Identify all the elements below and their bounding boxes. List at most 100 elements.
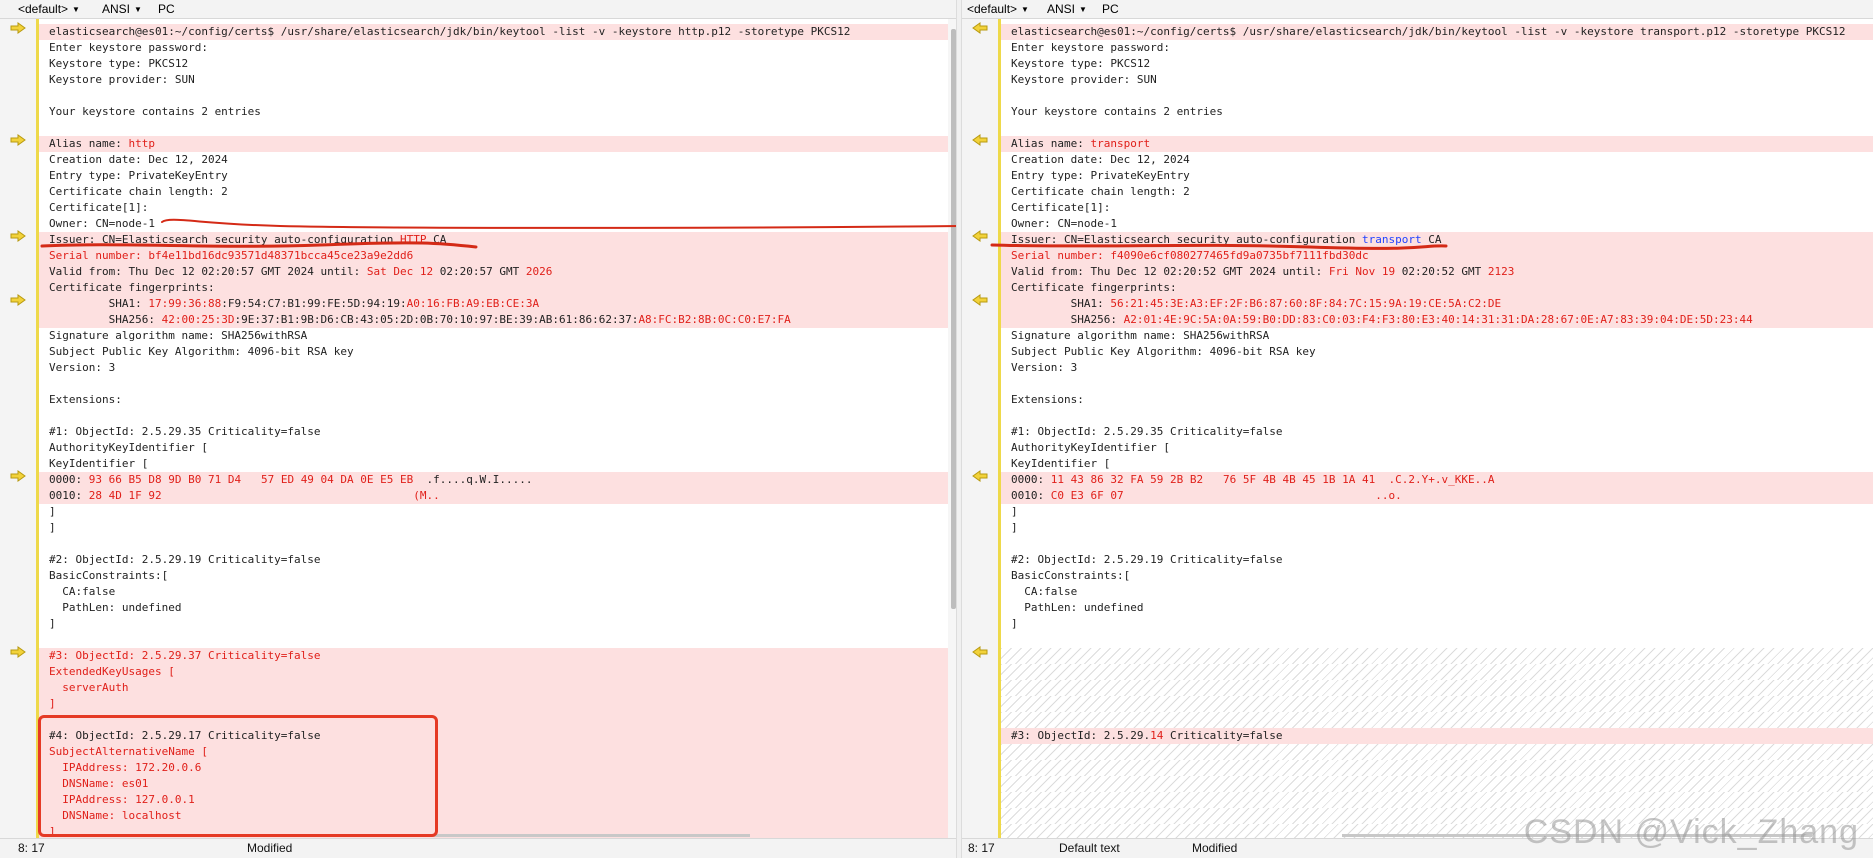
code-line[interactable]: ] [39,696,960,712]
code-line[interactable]: elasticsearch@es01:~/config/certs$ /usr/… [39,24,960,40]
right-line-endings-label[interactable]: PC [1102,2,1119,16]
code-line[interactable] [39,408,960,424]
code-line[interactable]: serverAuth [39,680,960,696]
code-line[interactable]: Alias name: transport [1001,136,1873,152]
diff-arrow-left-icon[interactable] [972,294,988,306]
code-line[interactable]: ExtendedKeyUsages [ [39,664,960,680]
diff-arrow-left-icon[interactable] [972,230,988,242]
code-line[interactable] [1001,408,1873,424]
diff-arrow-right-icon[interactable] [10,470,26,482]
code-line[interactable]: SHA1: 56:21:45:3E:A3:EF:2F:B6:87:60:8F:8… [1001,296,1873,312]
code-line[interactable]: Certificate[1]: [1001,200,1873,216]
code-line[interactable]: Keystore provider: SUN [39,72,960,88]
code-line[interactable]: Valid from: Thu Dec 12 02:20:52 GMT 2024… [1001,264,1873,280]
code-line[interactable]: ] [1001,520,1873,536]
code-line[interactable]: BasicConstraints:[ [39,568,960,584]
diff-arrow-right-icon[interactable] [10,134,26,146]
code-line[interactable]: Creation date: Dec 12, 2024 [39,152,960,168]
code-line[interactable]: Certificate fingerprints: [1001,280,1873,296]
code-line[interactable]: ] [39,616,960,632]
diff-arrow-right-icon[interactable] [10,294,26,306]
code-line[interactable]: SHA256: 42:00:25:3D:9E:37:B1:9B:D6:CB:43… [39,312,960,328]
diff-arrow-left-icon[interactable] [972,134,988,146]
code-line[interactable] [39,632,960,648]
diff-arrow-right-icon[interactable] [10,230,26,242]
code-line[interactable]: #1: ObjectId: 2.5.29.35 Criticality=fals… [39,424,960,440]
code-line[interactable] [1001,680,1873,696]
code-line[interactable]: #2: ObjectId: 2.5.29.19 Criticality=fals… [1001,552,1873,568]
code-line[interactable] [39,376,960,392]
code-line[interactable]: Entry type: PrivateKeyEntry [39,168,960,184]
code-line[interactable]: Version: 3 [39,360,960,376]
code-line[interactable]: Version: 3 [1001,360,1873,376]
code-line[interactable]: Owner: CN=node-1 [1001,216,1873,232]
code-line[interactable]: 0010: 28 4D 1F 92 (M.. [39,488,960,504]
diff-arrow-left-icon[interactable] [972,646,988,658]
code-line[interactable] [39,536,960,552]
code-line[interactable] [39,88,960,104]
code-line[interactable]: CA:false [39,584,960,600]
code-line[interactable]: CA:false [1001,584,1873,600]
right-text-area[interactable]: elasticsearch@es01:~/config/certs$ /usr/… [1001,24,1873,840]
code-line[interactable]: Certificate chain length: 2 [1001,184,1873,200]
code-line[interactable] [1001,120,1873,136]
diff-arrow-right-icon[interactable] [10,646,26,658]
code-line[interactable]: Signature algorithm name: SHA256withRSA [1001,328,1873,344]
diff-arrow-right-icon[interactable] [10,22,26,34]
left-line-endings-label[interactable]: PC [158,2,175,16]
code-line[interactable] [1001,632,1873,648]
code-line[interactable] [1001,376,1873,392]
code-line[interactable]: SHA256: A2:01:4E:9C:5A:0A:59:B0:DD:83:C0… [1001,312,1873,328]
code-line[interactable]: ] [39,520,960,536]
code-line[interactable]: KeyIdentifier [ [39,456,960,472]
code-line[interactable]: BasicConstraints:[ [1001,568,1873,584]
code-line[interactable]: AuthorityKeyIdentifier [ [1001,440,1873,456]
code-line[interactable]: KeyIdentifier [ [1001,456,1873,472]
code-line[interactable] [1001,648,1873,664]
code-line[interactable]: 0000: 11 43 86 32 FA 59 2B B2 76 5F 4B 4… [1001,472,1873,488]
code-line[interactable]: SHA1: 17:99:36:88:F9:54:C7:B1:99:FE:5D:9… [39,296,960,312]
code-line[interactable] [1001,88,1873,104]
code-line[interactable]: ] [1001,616,1873,632]
code-line[interactable]: Keystore type: PKCS12 [39,56,960,72]
code-line[interactable]: Keystore provider: SUN [1001,72,1873,88]
right-encoding-profile-dropdown[interactable]: <default> ▼ [967,2,1029,16]
code-line[interactable]: Extensions: [1001,392,1873,408]
code-line[interactable]: #3: ObjectId: 2.5.29.14 Criticality=fals… [1001,728,1873,744]
code-line[interactable]: AuthorityKeyIdentifier [ [39,440,960,456]
code-line[interactable]: Alias name: http [39,136,960,152]
left-charset-dropdown[interactable]: ANSI ▼ [102,2,142,16]
code-line[interactable] [1001,760,1873,776]
code-line[interactable]: Keystore type: PKCS12 [1001,56,1873,72]
code-line[interactable]: Valid from: Thu Dec 12 02:20:57 GMT 2024… [39,264,960,280]
code-line[interactable]: Your keystore contains 2 entries [1001,104,1873,120]
code-line[interactable]: Entry type: PrivateKeyEntry [1001,168,1873,184]
code-line[interactable]: ] [1001,504,1873,520]
code-line[interactable]: Certificate chain length: 2 [39,184,960,200]
code-line[interactable] [1001,792,1873,808]
diff-arrow-left-icon[interactable] [972,22,988,34]
code-line[interactable]: 0000: 93 66 B5 D8 9D B0 71 D4 57 ED 49 0… [39,472,960,488]
left-file-pane[interactable]: <default> ▼ ANSI ▼ PC elasticsearch@es01:~… [0,0,960,858]
code-line[interactable]: ] [39,504,960,520]
code-line[interactable] [1001,776,1873,792]
code-line[interactable]: Certificate fingerprints: [39,280,960,296]
right-charset-dropdown[interactable]: ANSI ▼ [1047,2,1087,16]
code-line[interactable]: Enter keystore password: [1001,40,1873,56]
code-line[interactable] [1001,744,1873,760]
code-line[interactable]: Your keystore contains 2 entries [39,104,960,120]
code-line[interactable] [39,120,960,136]
code-line[interactable]: Signature algorithm name: SHA256withRSA [39,328,960,344]
diff-arrow-left-icon[interactable] [972,470,988,482]
code-line[interactable]: #1: ObjectId: 2.5.29.35 Criticality=fals… [1001,424,1873,440]
code-line[interactable]: elasticsearch@es01:~/config/certs$ /usr/… [1001,24,1873,40]
code-line[interactable]: PathLen: undefined [39,600,960,616]
code-line[interactable]: PathLen: undefined [1001,600,1873,616]
code-line[interactable] [1001,696,1873,712]
code-line[interactable] [1001,712,1873,728]
right-file-pane[interactable]: <default> ▼ ANSI ▼ PC elasticsearch@es01:~… [962,0,1873,858]
code-line[interactable]: #3: ObjectId: 2.5.29.37 Criticality=fals… [39,648,960,664]
code-line[interactable]: Subject Public Key Algorithm: 4096-bit R… [39,344,960,360]
code-line[interactable]: Enter keystore password: [39,40,960,56]
code-line[interactable]: #2: ObjectId: 2.5.29.19 Criticality=fals… [39,552,960,568]
